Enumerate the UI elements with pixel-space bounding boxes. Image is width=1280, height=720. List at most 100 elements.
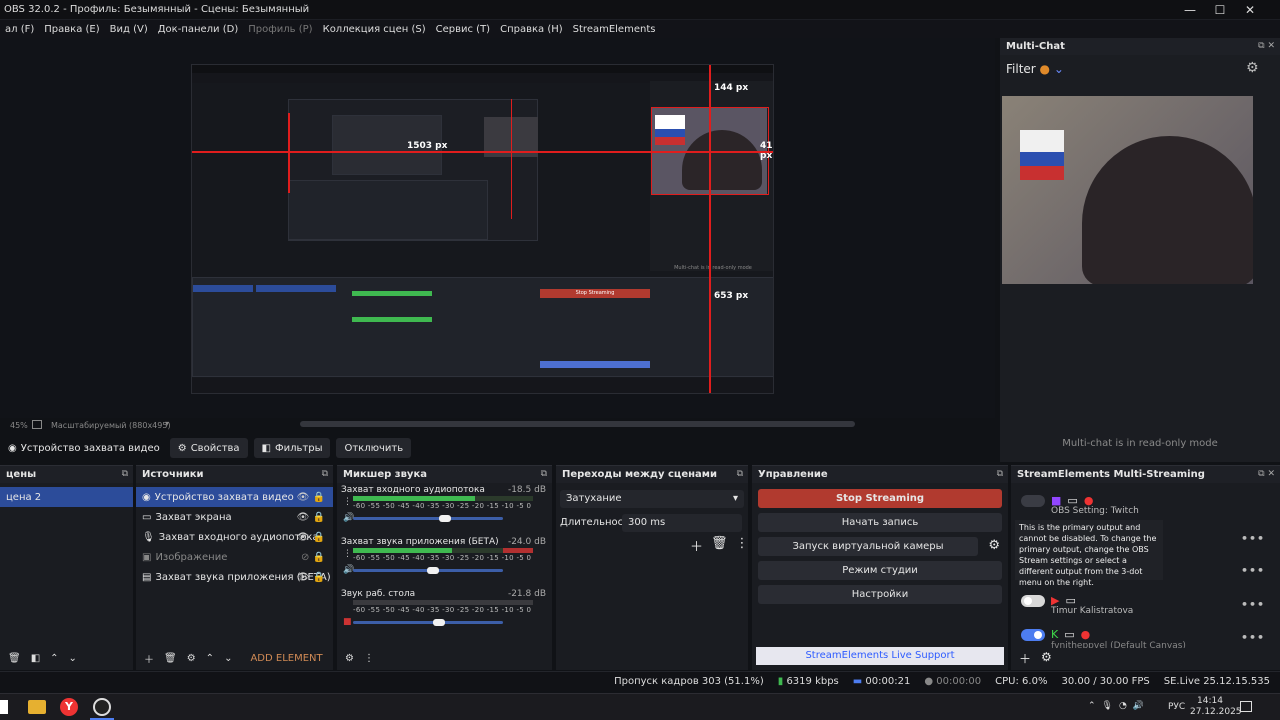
gear-icon[interactable]: ⚙	[1041, 650, 1052, 667]
source-label: Захват входного аудиопотока	[158, 531, 319, 543]
popout-icon[interactable]: ⧉	[541, 466, 547, 483]
up-icon[interactable]: ⌃	[50, 653, 58, 664]
menu-edit[interactable]: Правка (E)	[39, 24, 104, 35]
menu-dots-icon[interactable]: ⋮	[736, 536, 749, 555]
clock[interactable]: 14:14 27.12.2025	[1190, 696, 1242, 718]
folder-icon[interactable]	[28, 700, 46, 714]
filter-label: Filter	[1006, 62, 1036, 76]
language-indicator[interactable]: РУС	[1168, 702, 1185, 712]
yandex-icon[interactable]: Y	[60, 698, 78, 716]
dots-icon[interactable]: ⋮	[343, 549, 352, 559]
start-icon[interactable]	[0, 700, 8, 714]
stop-streaming-button[interactable]: Stop Streaming	[758, 489, 1002, 508]
popout-icon[interactable]: ⧉	[122, 466, 128, 483]
volume-slider[interactable]	[353, 619, 503, 626]
transition-select[interactable]: Затухание ▾	[560, 490, 744, 508]
popout-icon[interactable]: ⧉	[737, 466, 743, 483]
selected-source: ◉ Устройство захвата видео	[4, 438, 164, 458]
fit-icon[interactable]	[32, 420, 42, 429]
menu-dots-icon[interactable]: •••	[1241, 532, 1265, 545]
up-icon[interactable]: ⌃	[206, 653, 214, 664]
sources-title: Источники	[142, 469, 204, 480]
meter-scale: -60 -55 -50 -45 -40 -35 -30 -25 -20 -15 …	[353, 502, 532, 510]
trash-icon[interactable]: 🗑	[8, 653, 21, 664]
minimize-button[interactable]: —	[1175, 0, 1205, 20]
sources-header: Источники ⧉	[136, 466, 333, 483]
tray-icons[interactable]: ⌃ 🎙 ◔ 🔊	[1088, 701, 1144, 711]
notifications-icon[interactable]	[1240, 701, 1252, 712]
trash-icon[interactable]: 🗑	[164, 653, 177, 664]
trash-icon[interactable]: 🗑	[711, 536, 728, 555]
popout-icon[interactable]: ⧉	[997, 466, 1003, 483]
source-controls[interactable]: 👁 🔒	[297, 492, 325, 503]
start-recording-button[interactable]: Начать запись	[758, 513, 1002, 532]
add-icon[interactable]: ＋	[1019, 650, 1031, 667]
menu-streamelements[interactable]: StreamElements	[568, 24, 661, 35]
menu-help[interactable]: Справка (H)	[495, 24, 568, 35]
dock-controls[interactable]: ⧉ ✕	[1258, 38, 1275, 55]
filters-label: Фильтры	[275, 442, 323, 454]
settings-gear-icon[interactable]: ⚙	[1246, 60, 1259, 76]
volume-knob[interactable]	[439, 515, 451, 522]
muted-speaker-icon[interactable]: ■	[343, 617, 352, 627]
gear-icon[interactable]: ⚙	[187, 653, 196, 664]
chevron-up-icon: ⌃	[1088, 701, 1096, 711]
scenes-header: цены ⧉	[0, 466, 133, 483]
menu-dots-icon[interactable]: •••	[1241, 631, 1265, 644]
duration-input[interactable]: 300 ms	[622, 514, 742, 532]
gear-icon[interactable]: ⚙	[345, 653, 354, 664]
source-controls[interactable]: 👁 🔒	[297, 532, 325, 543]
dock-controls[interactable]: ⧉ ✕	[1258, 466, 1275, 483]
source-controls[interactable]: 👁 🔒	[297, 572, 325, 583]
kick-toggle[interactable]	[1021, 628, 1045, 641]
filter-icon[interactable]: ◧	[31, 653, 40, 664]
add-element-button[interactable]: ADD ELEMENT	[250, 653, 322, 664]
deactivate-button[interactable]: Отключить	[336, 438, 412, 458]
menu-dots-icon[interactable]: ⋮	[364, 653, 374, 664]
youtube-toggle[interactable]	[1021, 594, 1045, 607]
menu-dots-icon[interactable]: •••	[1241, 564, 1265, 577]
add-icon[interactable]: ＋	[144, 651, 154, 666]
source-item-screen[interactable]: ▭ Захват экрана 👁 🔒	[136, 507, 333, 527]
selection-box[interactable]	[651, 107, 769, 195]
settings-button[interactable]: Настройки	[758, 585, 1002, 604]
source-item-app-audio[interactable]: ▤ Захват звука приложения (БЕТА) 👁 🔒	[136, 567, 333, 587]
down-icon[interactable]: ⌄	[224, 653, 232, 664]
menu-profile[interactable]: Профиль (P)	[243, 24, 317, 35]
menu-scene-collection[interactable]: Коллекция сцен (S)	[318, 24, 431, 35]
popout-icon[interactable]: ⧉	[322, 466, 328, 483]
preview-canvas[interactable]: Stop Streaming Multi-chat is in read-onl…	[191, 64, 774, 394]
dots-icon[interactable]: ⋮	[343, 497, 352, 507]
obs-icon[interactable]	[93, 698, 111, 716]
properties-button[interactable]: ⚙ Свойства	[169, 438, 248, 458]
scene-item[interactable]: цена 2	[0, 487, 133, 507]
menu-dots-icon[interactable]: •••	[1241, 598, 1265, 611]
studio-mode-button[interactable]: Режим студии	[758, 561, 1002, 580]
virtual-camera-button[interactable]: Запуск виртуальной камеры	[758, 537, 978, 556]
gear-icon[interactable]: ⚙	[988, 538, 1000, 553]
menu-docks[interactable]: Док-панели (D)	[153, 24, 244, 35]
volume-slider[interactable]	[353, 515, 503, 522]
source-item-video[interactable]: ◉ Устройство захвата видео 👁 🔒	[136, 487, 333, 507]
maximize-button[interactable]: ☐	[1205, 0, 1235, 20]
source-controls[interactable]: 👁 🔒	[297, 512, 325, 523]
disabled-toggle	[1021, 494, 1045, 507]
volume-slider[interactable]	[353, 567, 503, 574]
filter-dropdown[interactable]: Filter ● ⌄	[1006, 62, 1064, 76]
add-icon[interactable]: ＋	[690, 536, 703, 555]
volume-knob[interactable]	[433, 619, 445, 626]
menu-tools[interactable]: Сервис (T)	[431, 24, 495, 35]
source-item-image[interactable]: ▣ Изображение ⊘ 🔒	[136, 547, 333, 567]
filters-button[interactable]: ◧ Фильтры	[253, 438, 331, 458]
source-controls[interactable]: ⊘ 🔒	[301, 552, 325, 563]
close-window-button[interactable]: ✕	[1235, 0, 1265, 20]
source-item-mic[interactable]: 🎙 Захват входного аудиопотока 👁 🔒	[136, 527, 333, 547]
selected-source-label: Устройство захвата видео	[20, 442, 160, 454]
sources-list: ◉ Устройство захвата видео 👁 🔒 ▭ Захват экр…	[136, 487, 333, 587]
volume-knob[interactable]	[427, 567, 439, 574]
menu-view[interactable]: Вид (V)	[105, 24, 153, 35]
live-support-button[interactable]: StreamElements Live Support	[756, 647, 1004, 665]
menu-file[interactable]: ал (F)	[0, 24, 39, 35]
chevron-down-icon[interactable]: ▾	[165, 419, 169, 428]
down-icon[interactable]: ⌄	[69, 653, 77, 664]
